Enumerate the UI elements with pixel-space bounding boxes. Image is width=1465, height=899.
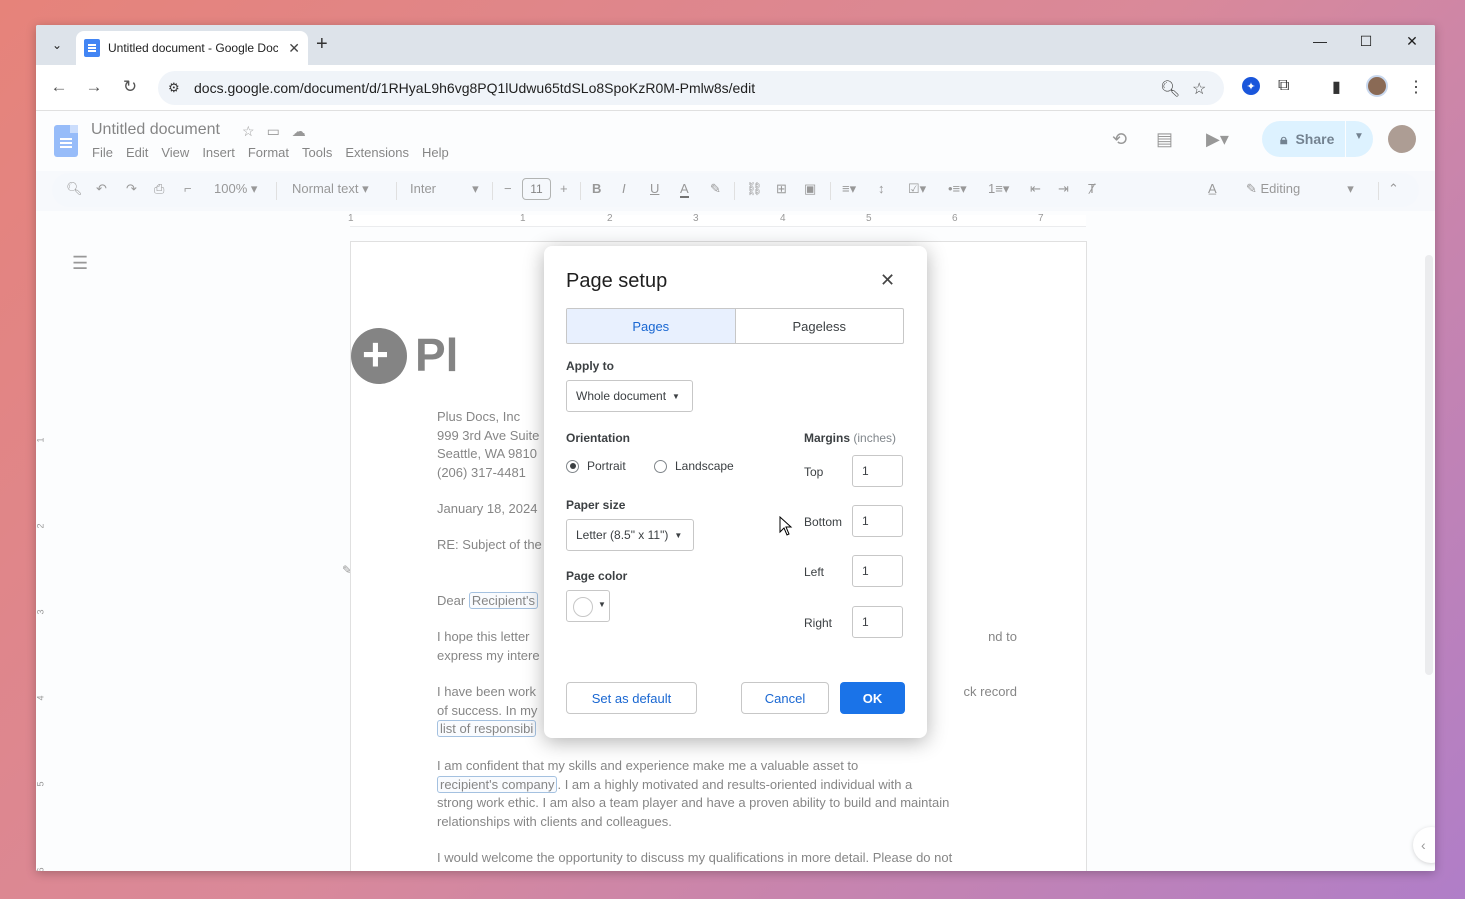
browser-menu-icon[interactable]: ⋮ bbox=[1408, 77, 1424, 97]
site-info-icon[interactable]: ⚙ bbox=[168, 80, 180, 96]
dropdown-arrow-icon: ▼ bbox=[674, 530, 683, 540]
mouse-cursor-icon bbox=[779, 516, 793, 536]
maximize-button[interactable]: ☐ bbox=[1351, 33, 1381, 50]
forward-button[interactable]: → bbox=[83, 77, 105, 97]
apply-to-value: Whole document bbox=[576, 389, 667, 403]
close-tab-icon[interactable]: ✕ bbox=[288, 40, 300, 57]
portrait-label: Portrait bbox=[587, 459, 626, 473]
url-text: docs.google.com/document/d/1RHyaL9h6vg8P… bbox=[194, 80, 756, 96]
tab-search-button[interactable]: ⌄ bbox=[44, 33, 70, 57]
radio-selected-icon bbox=[566, 459, 579, 473]
tab-strip: ⌄ Untitled document - Google Docs ✕ + — … bbox=[36, 25, 1435, 65]
top-margin-input[interactable]: 1 bbox=[852, 455, 903, 487]
apply-to-select[interactable]: Whole document ▼ bbox=[566, 380, 693, 412]
tab-title: Untitled document - Google Docs bbox=[108, 41, 278, 55]
right-margin-label: Right bbox=[804, 616, 833, 630]
margins-unit: (inches) bbox=[853, 431, 897, 445]
radio-unselected-icon bbox=[654, 459, 667, 473]
profile-avatar[interactable] bbox=[1366, 75, 1388, 97]
page-color-select[interactable]: ▼ bbox=[566, 590, 610, 622]
address-bar[interactable]: ⚙ docs.google.com/document/d/1RHyaL9h6vg… bbox=[158, 71, 1224, 105]
tab-pageless[interactable]: Pageless bbox=[736, 309, 904, 343]
color-swatch bbox=[573, 597, 593, 617]
landscape-label: Landscape bbox=[675, 459, 734, 473]
page-setup-dialog: Page setup ✕ Pages Pageless Apply to Who… bbox=[544, 246, 927, 738]
apply-to-label: Apply to bbox=[566, 359, 614, 373]
new-tab-button[interactable]: + bbox=[316, 33, 328, 56]
side-panel-icon[interactable]: ▮ bbox=[1332, 77, 1341, 97]
bottom-margin-input[interactable]: 1 bbox=[852, 505, 903, 537]
dropdown-arrow-icon: ▼ bbox=[598, 600, 606, 609]
cancel-button[interactable]: Cancel bbox=[741, 682, 829, 714]
close-icon[interactable]: ✕ bbox=[880, 270, 895, 291]
margins-label: Margins (inches) bbox=[804, 431, 896, 445]
extensions-puzzle-icon[interactable]: ⧉ bbox=[1278, 77, 1289, 95]
paper-size-value: Letter (8.5" x 11") bbox=[576, 528, 669, 542]
extension-icon[interactable]: ✦ bbox=[1242, 77, 1260, 95]
dialog-title: Page setup bbox=[566, 270, 668, 292]
page-mode-toggle: Pages Pageless bbox=[566, 308, 904, 344]
set-as-default-button[interactable]: Set as default bbox=[566, 682, 697, 714]
bookmark-star-icon[interactable]: ☆ bbox=[1192, 79, 1206, 99]
ok-button[interactable]: OK bbox=[840, 682, 905, 714]
browser-tab[interactable]: Untitled document - Google Docs ✕ bbox=[76, 31, 308, 65]
back-button[interactable]: ← bbox=[48, 77, 70, 97]
browser-toolbar: ← → ↻ ⚙ docs.google.com/document/d/1RHya… bbox=[36, 65, 1435, 111]
margins-title: Margins bbox=[804, 431, 851, 445]
portrait-radio[interactable]: Portrait bbox=[566, 459, 626, 473]
browser-window: ⌄ Untitled document - Google Docs ✕ + — … bbox=[36, 25, 1435, 871]
top-margin-label: Top bbox=[804, 465, 824, 479]
tab-pages[interactable]: Pages bbox=[567, 309, 736, 343]
minimize-button[interactable]: — bbox=[1305, 33, 1335, 49]
left-margin-input[interactable]: 1 bbox=[852, 555, 903, 587]
zoom-icon[interactable]: 🔍︎ bbox=[1160, 79, 1180, 99]
left-margin-label: Left bbox=[804, 565, 825, 579]
page-color-label: Page color bbox=[566, 569, 628, 583]
bottom-margin-label: Bottom bbox=[804, 515, 843, 529]
orientation-label: Orientation bbox=[566, 431, 631, 445]
landscape-radio[interactable]: Landscape bbox=[654, 459, 734, 473]
paper-size-select[interactable]: Letter (8.5" x 11") ▼ bbox=[566, 519, 694, 551]
reload-button[interactable]: ↻ bbox=[119, 77, 141, 97]
right-margin-input[interactable]: 1 bbox=[852, 606, 903, 638]
docs-favicon-icon bbox=[84, 39, 100, 57]
paper-size-label: Paper size bbox=[566, 498, 626, 512]
close-window-button[interactable]: ✕ bbox=[1397, 33, 1427, 50]
dropdown-arrow-icon: ▼ bbox=[672, 391, 680, 401]
